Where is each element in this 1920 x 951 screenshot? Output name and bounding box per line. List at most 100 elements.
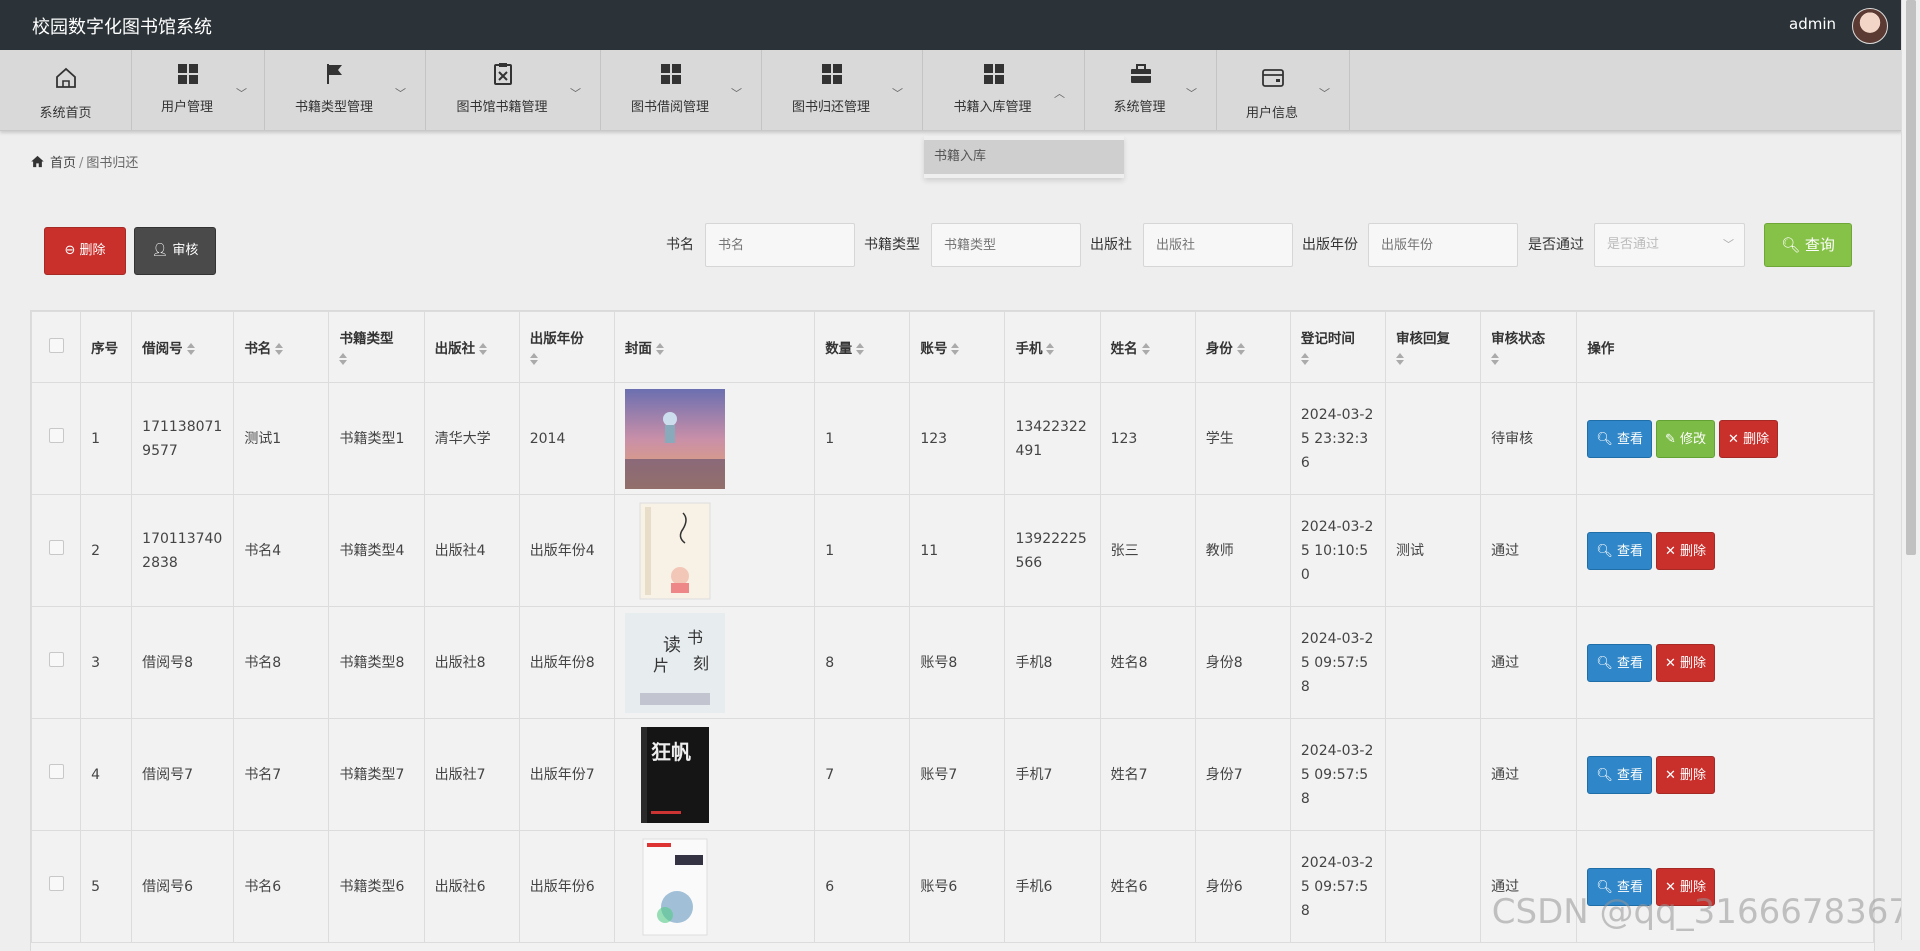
query-button[interactable]: 🔍︎ 查询	[1764, 223, 1852, 267]
row-checkbox[interactable]	[48, 763, 64, 779]
view-button[interactable]: 🔍︎ 查看	[1587, 419, 1652, 458]
sort-icon[interactable]	[655, 343, 664, 355]
table-cell-reply	[1385, 718, 1482, 831]
nav-label: 用户管理	[160, 100, 213, 115]
nav-item-home[interactable]: 系统首页	[0, 50, 132, 130]
table-cell-qty: 1	[814, 494, 911, 607]
col-header-label: 登记时间	[1300, 331, 1355, 347]
close-icon: ✕	[1664, 767, 1681, 783]
breadcrumb-current: 图书归还	[86, 156, 139, 171]
search-icon: 🔍︎	[1781, 236, 1805, 254]
sort-icon[interactable]	[1236, 343, 1245, 355]
delete-button[interactable]: ✕ 删除	[1719, 419, 1779, 458]
row-checkbox[interactable]	[48, 875, 64, 891]
sort-icon[interactable]	[856, 343, 865, 355]
nav-item-return[interactable]: 图书归还管理 ﹀	[762, 50, 923, 130]
breadcrumb-home[interactable]: 首页	[50, 156, 76, 171]
col-header-sortable[interactable]: 审核回复	[1385, 311, 1482, 383]
view-button[interactable]: 🔍︎ 查看	[1587, 755, 1652, 794]
table-cell-account: 11	[909, 494, 1006, 607]
col-header-sortable[interactable]: 手机	[1004, 311, 1101, 383]
col-header-sortable[interactable]: 登记时间	[1289, 311, 1387, 383]
scrollbar-thumb[interactable]	[1906, 0, 1916, 555]
table-cell-no: 3	[80, 606, 133, 719]
filter-name-input[interactable]	[705, 223, 855, 267]
delete-label: 删除	[1680, 767, 1707, 783]
sort-icon[interactable]	[529, 353, 538, 365]
row-checkbox[interactable]	[48, 651, 64, 667]
audit-button[interactable]: 👤︎ 审核	[134, 227, 216, 275]
delete-button[interactable]: ✕ 删除	[1655, 755, 1716, 794]
col-header-sortable[interactable]: 出版年份	[518, 311, 615, 383]
col-header-sortable[interactable]: 书籍类型	[328, 311, 425, 383]
sort-icon[interactable]	[1141, 343, 1150, 355]
filter-approved-select[interactable]: 是否通过 ﹀	[1594, 223, 1745, 267]
sort-icon[interactable]	[186, 343, 195, 355]
sort-icon[interactable]	[1046, 343, 1055, 355]
nav-item-stock-in[interactable]: 书籍入库管理 ︿	[923, 50, 1085, 130]
col-header-sortable[interactable]: 出版社	[423, 311, 520, 383]
batch-delete-button[interactable]: ⊖ 删除	[44, 227, 126, 275]
delete-button[interactable]: ✕ 删除	[1655, 643, 1716, 682]
row-checkbox[interactable]	[48, 427, 64, 443]
filter-type-input[interactable]	[931, 223, 1081, 267]
col-header-sortable[interactable]: 审核状态	[1480, 311, 1578, 383]
grid-icon	[983, 64, 1004, 84]
view-button[interactable]: 🔍︎ 查看	[1587, 643, 1652, 682]
view-button[interactable]: 🔍︎ 查看	[1587, 531, 1652, 570]
nav-item-profile[interactable]: 用户信息 ﹀	[1217, 50, 1350, 130]
dropdown-item-stock-in[interactable]: 书籍入库	[924, 140, 1124, 174]
col-header-label: 姓名	[1110, 341, 1138, 357]
table-cell-role: 身份8	[1194, 606, 1291, 719]
filter-publisher-input[interactable]	[1143, 223, 1293, 267]
col-header-label: 审核回复	[1396, 331, 1451, 347]
col-header-sortable[interactable]: 数量	[814, 311, 911, 383]
col-header-label: 身份	[1205, 341, 1233, 357]
nav-item-users[interactable]: 用户管理 ﹀	[132, 50, 265, 130]
nav-item-book-types[interactable]: 书籍类型管理 ﹀	[265, 50, 426, 130]
table-cell-role: 学生	[1194, 382, 1291, 495]
sort-icon[interactable]	[951, 343, 960, 355]
sort-icon[interactable]	[1300, 353, 1309, 365]
nav-item-library-books[interactable]: 图书馆书籍管理 ﹀	[426, 50, 601, 130]
table-cell-name: 书名7	[233, 718, 330, 831]
col-header-sortable[interactable]: 封面	[613, 311, 816, 383]
table-cell-name: 书名4	[233, 494, 330, 607]
table-cell-borrow-no: 借阅号6	[131, 830, 235, 943]
col-header-sortable[interactable]: 书名	[233, 311, 330, 383]
svg-text:读: 读	[663, 635, 681, 656]
chevron-down-icon: ﹀	[1186, 87, 1197, 100]
table-cell-role: 身份6	[1194, 830, 1291, 943]
row-checkbox[interactable]	[48, 539, 64, 555]
table-cell-year: 出版年份6	[518, 830, 615, 943]
col-header-label: 借阅号	[142, 341, 183, 357]
sort-icon[interactable]	[479, 343, 488, 355]
user-name[interactable]: admin	[1789, 15, 1836, 33]
sort-icon[interactable]	[339, 353, 348, 365]
row-checkbox-cell	[30, 830, 82, 943]
nav-item-borrow[interactable]: 图书借阅管理 ﹀	[601, 50, 762, 130]
vertical-scrollbar[interactable]	[1901, 0, 1920, 940]
sort-icon[interactable]	[1491, 353, 1500, 365]
table-row: 2 1701137402838 书名4 书籍类型4 出版社4 出版年份4 1 11 139222…	[30, 494, 1874, 607]
filter-year-input[interactable]	[1368, 223, 1518, 267]
col-header-sortable[interactable]: 姓名	[1099, 311, 1196, 383]
delete-label: 删除	[1680, 655, 1707, 671]
delete-button[interactable]: ✕ 删除	[1655, 531, 1716, 570]
nav-item-system[interactable]: 系统管理 ﹀	[1085, 50, 1217, 130]
edit-button[interactable]: ✎ 修改	[1655, 419, 1716, 458]
clipboard-x-icon	[494, 63, 512, 85]
table-cell-type: 书籍类型8	[328, 606, 425, 719]
col-header-sortable[interactable]: 身份	[1194, 311, 1291, 383]
col-header-sortable[interactable]: 借阅号	[131, 311, 235, 383]
sort-icon[interactable]	[275, 343, 284, 355]
col-header-label: 数量	[825, 341, 853, 357]
actions-cell: 🔍︎ 查看 ✕ 删除	[1576, 718, 1874, 831]
avatar[interactable]	[1852, 8, 1888, 44]
col-header: 序号	[80, 311, 133, 383]
col-header-sortable[interactable]: 账号	[909, 311, 1006, 383]
select-all-checkbox[interactable]	[48, 337, 64, 353]
sort-icon[interactable]	[1396, 353, 1405, 365]
svg-text:片: 片	[653, 656, 669, 675]
close-icon: ✕	[1728, 431, 1744, 447]
